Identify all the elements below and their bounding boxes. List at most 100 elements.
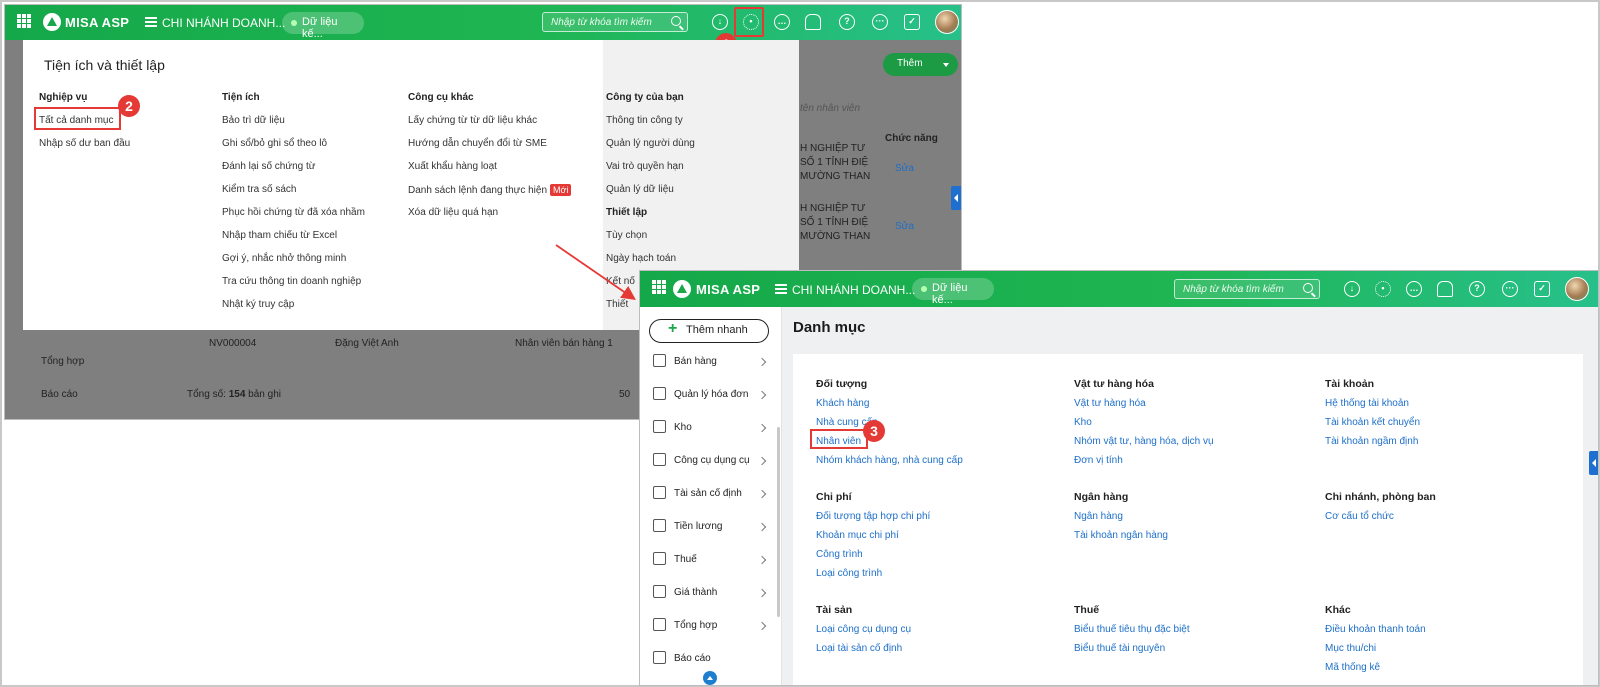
sidebar-item-invoices[interactable]: Quản lý hóa đơn xyxy=(650,385,770,407)
catalog-link[interactable]: Công trình xyxy=(816,549,863,560)
download-icon[interactable]: ↓ xyxy=(712,14,728,30)
catalog-link[interactable]: Hệ thống tài khoản xyxy=(1325,398,1409,409)
bell-icon[interactable] xyxy=(805,14,821,30)
sidebar-summary[interactable]: Tổng hợp xyxy=(41,356,84,367)
gear-icon[interactable]: • xyxy=(1375,281,1391,297)
side-panel-toggle[interactable] xyxy=(951,186,961,210)
catalog-link[interactable]: Đơn vị tính xyxy=(1074,455,1123,466)
search-icon[interactable] xyxy=(671,16,681,26)
branch-name[interactable]: CHI NHÁNH DOANH... xyxy=(792,283,915,297)
download-icon[interactable]: ↓ xyxy=(1344,281,1360,297)
sidebar-report[interactable]: Báo cáo xyxy=(41,389,78,400)
catalog-link[interactable]: Biểu thuế tài nguyên xyxy=(1074,643,1165,654)
data-status-pill[interactable]: Dữ liệu kế... xyxy=(912,278,994,306)
catalog-link[interactable]: Đối tượng tập hợp chi phí xyxy=(816,511,930,522)
chat-icon[interactable]: … xyxy=(1406,281,1422,297)
catalog-link[interactable]: Tài khoản kết chuyển xyxy=(1325,417,1420,428)
sidebar-item-summary[interactable]: Tổng hợp xyxy=(650,616,770,638)
app-grid-icon[interactable] xyxy=(652,280,666,294)
menu-item[interactable]: Xóa dữ liệu quá hạn xyxy=(408,207,498,218)
menu-item[interactable]: Quản lý người dùng xyxy=(606,138,695,149)
menu-item[interactable]: Phục hồi chứng từ đã xóa nhầm xyxy=(222,207,365,218)
checklist-icon[interactable]: ✓ xyxy=(904,14,920,30)
branch-name[interactable]: CHI NHÁNH DOANH... xyxy=(162,16,285,30)
catalog-link[interactable]: Khoản mục chi phí xyxy=(816,530,899,541)
search-input[interactable]: Nhập từ khóa tìm kiếm xyxy=(542,12,688,32)
sidebar-item-tax[interactable]: Thuế xyxy=(650,550,770,572)
sidebar-scrollbar[interactable] xyxy=(777,427,780,617)
menu-item[interactable]: Vai trò quyền hạn xyxy=(606,161,684,172)
catalog-link[interactable]: Tài khoản ngầm định xyxy=(1325,436,1418,447)
menu-item[interactable]: Gợi ý, nhắc nhở thông minh xyxy=(222,253,346,264)
edit-link[interactable]: Sửa xyxy=(895,163,914,174)
catalog-link[interactable]: Nhóm vật tư, hàng hóa, dịch vụ xyxy=(1074,436,1214,447)
data-status-pill[interactable]: Dữ liệu kế... xyxy=(282,12,364,40)
catalog-link[interactable]: Ngân hàng xyxy=(1074,511,1123,522)
more-icon[interactable]: ··· xyxy=(1502,281,1518,297)
menu-item[interactable]: Thiết xyxy=(606,299,628,310)
help-icon[interactable]: ? xyxy=(1469,281,1485,297)
sidebar-item-warehouse[interactable]: Kho xyxy=(650,418,770,440)
checklist-icon[interactable]: ✓ xyxy=(1534,281,1550,297)
menu-icon[interactable] xyxy=(145,17,157,27)
menu-opening-balance[interactable]: Nhập số dư ban đầu xyxy=(39,138,130,149)
search-input[interactable]: Nhập từ khóa tìm kiếm xyxy=(1174,279,1320,299)
catalog-link[interactable]: Loại công cụ dụng cụ xyxy=(816,624,911,635)
catalog-link[interactable]: Tài khoản ngân hàng xyxy=(1074,530,1168,541)
sidebar-item-fixed-assets[interactable]: Tài sản cố định xyxy=(650,484,770,506)
app-grid-icon[interactable] xyxy=(17,14,31,28)
sidebar-item-reports[interactable]: Báo cáo xyxy=(650,649,770,671)
catalog-link[interactable]: Cơ cấu tổ chức xyxy=(1325,511,1394,522)
catalog-link[interactable]: Vật tư hàng hóa xyxy=(1074,398,1146,409)
sidebar-item-sales[interactable]: Bán hàng xyxy=(650,352,770,374)
catalog-link[interactable]: Kho xyxy=(1074,417,1092,428)
edit-link[interactable]: Sửa xyxy=(895,221,914,232)
menu-item[interactable]: Xuất khẩu hàng loạt xyxy=(408,161,497,172)
catalog-link[interactable]: Loại tài sản cố định xyxy=(816,643,902,654)
page-size-select[interactable]: 50 xyxy=(619,389,630,400)
menu-item[interactable]: Kết nố xyxy=(606,276,635,287)
menu-icon[interactable] xyxy=(775,284,787,294)
link-customer-supplier-groups[interactable]: Nhóm khách hàng, nhà cung cấp xyxy=(816,455,963,466)
menu-item[interactable]: Thông tin công ty xyxy=(606,115,683,126)
menu-item-running-commands[interactable]: Danh sách lệnh đang thực hiện Mới xyxy=(408,184,572,196)
side-panel-toggle[interactable] xyxy=(1589,451,1598,475)
employees-highlight xyxy=(810,429,868,449)
total-suffix: bản ghi xyxy=(248,389,281,400)
sidebar-item-payroll[interactable]: Tiền lương xyxy=(650,517,770,539)
menu-item[interactable]: Bảo trì dữ liệu xyxy=(222,115,285,126)
menu-item[interactable]: Ghi sổ/bỏ ghi sổ theo lô xyxy=(222,138,327,149)
chevron-right-icon xyxy=(757,390,767,400)
avatar[interactable] xyxy=(1565,277,1589,301)
tools-icon xyxy=(653,453,666,466)
catalog-link[interactable]: Biểu thuế tiêu thụ đặc biệt xyxy=(1074,624,1190,635)
menu-item[interactable]: Quản lý dữ liệu xyxy=(606,184,674,195)
menu-item[interactable]: Hướng dẫn chuyển đổi từ SME xyxy=(408,138,547,149)
menu-item[interactable]: Ngày hạch toán xyxy=(606,253,676,264)
quick-add-button[interactable]: Thêm nhanh xyxy=(649,319,769,343)
sidebar-item-tools[interactable]: Công cụ dụng cụ xyxy=(650,451,770,473)
menu-item[interactable]: Nhập tham chiếu từ Excel xyxy=(222,230,337,241)
sidebar-item-cost[interactable]: Giá thành xyxy=(650,583,770,605)
help-icon[interactable]: ? xyxy=(839,14,855,30)
link-customers[interactable]: Khách hàng xyxy=(816,398,869,409)
search-icon[interactable] xyxy=(1303,283,1313,293)
catalog-link[interactable]: Mục thu/chi xyxy=(1325,643,1376,654)
more-icon[interactable]: ··· xyxy=(872,14,888,30)
menu-item[interactable]: Tùy chọn xyxy=(606,230,647,241)
menu-item[interactable]: Tra cứu thông tin doanh nghiệp xyxy=(222,276,361,287)
warehouse-icon xyxy=(653,420,666,433)
menu-item[interactable]: Đánh lại số chứng từ xyxy=(222,161,315,172)
catalog-link[interactable]: Loại công trình xyxy=(816,568,882,579)
menu-item[interactable]: Lấy chứng từ từ dữ liệu khác xyxy=(408,115,537,126)
bell-icon[interactable] xyxy=(1437,281,1453,297)
catalog-link[interactable]: Điều khoản thanh toán xyxy=(1325,624,1426,635)
menu-item[interactable]: Nhật ký truy cập xyxy=(222,299,294,310)
avatar[interactable] xyxy=(935,10,959,34)
catalog-link[interactable]: Mã thống kê xyxy=(1325,662,1380,673)
collapse-sidebar-button[interactable] xyxy=(703,671,717,685)
employee-search-placeholder[interactable]: tên nhân viên xyxy=(800,103,860,114)
menu-item[interactable]: Kiểm tra số sách xyxy=(222,184,296,195)
chat-icon[interactable]: … xyxy=(774,14,790,30)
add-button[interactable]: Thêm xyxy=(883,53,958,76)
